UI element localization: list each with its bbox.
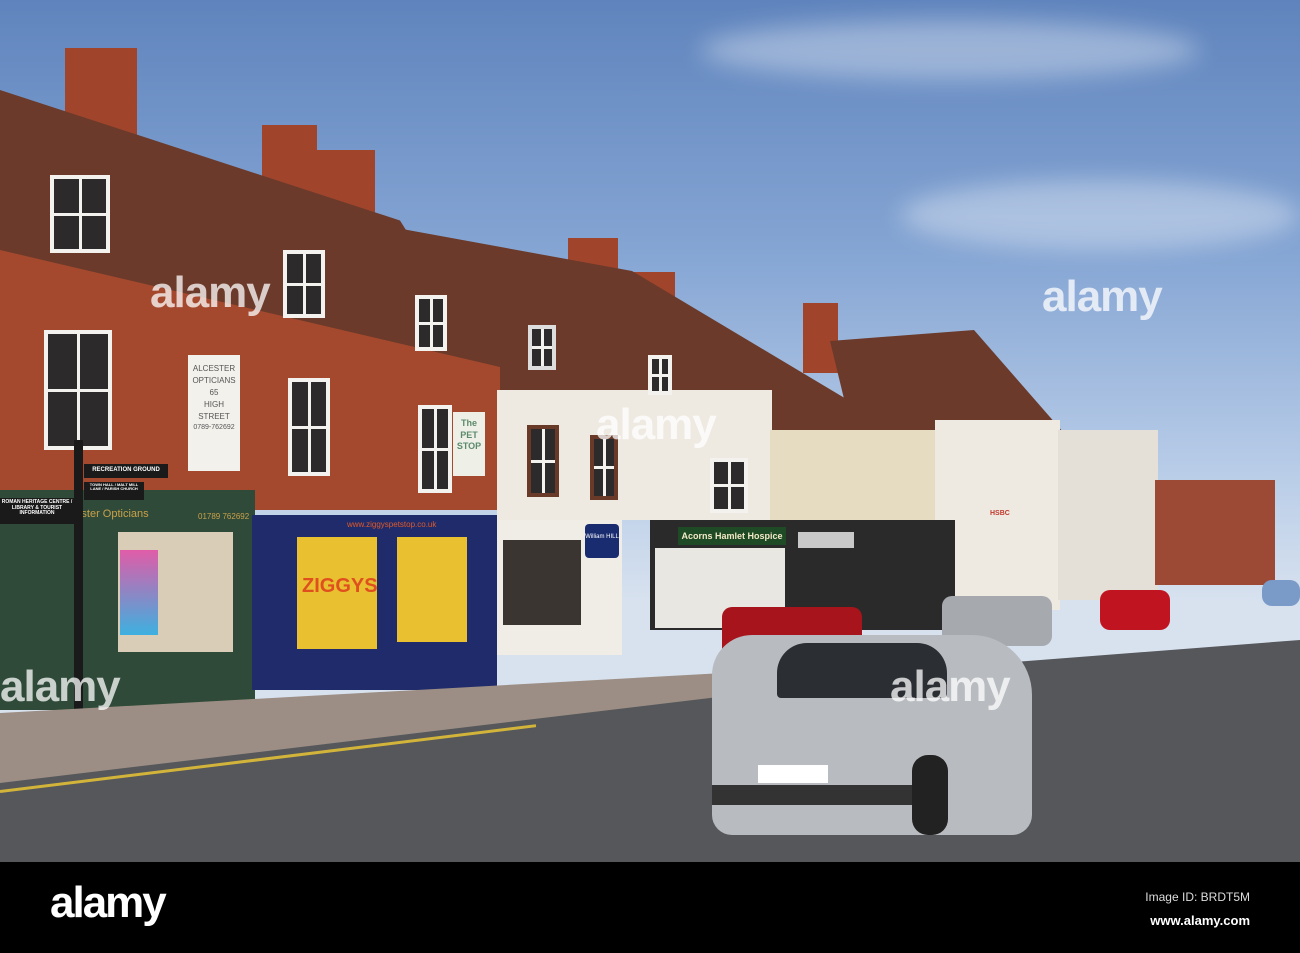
watermark: alamy [0, 662, 121, 711]
window [710, 458, 748, 513]
sign-text: 0789-762692 [193, 424, 235, 431]
watermark: alamy [890, 662, 1011, 711]
sign-text: STREET [198, 412, 230, 421]
poster [120, 550, 158, 635]
window [44, 330, 112, 450]
street-photo: ALCESTER OPTICIANS 65 HIGH STREET 0789-7… [0, 0, 1300, 862]
image-id: Image ID: BRDT5M [1145, 890, 1250, 904]
watermark: alamy [150, 268, 271, 317]
window [418, 405, 452, 493]
hospice-sign: Acorns Hamlet Hospice [678, 527, 786, 545]
bumper [712, 785, 922, 805]
sign-text: HIGH [204, 400, 224, 409]
recreation-ground-sign: RECREATION GROUND [84, 464, 168, 478]
window [283, 250, 325, 318]
watermark: alamy [596, 400, 717, 449]
sign-text: ALCESTER OPTICIANS [192, 364, 236, 385]
bookmaker-shopfront: William HILL [497, 520, 622, 655]
number-plate [758, 765, 828, 783]
sign-text: STOP [456, 441, 482, 452]
distant-buildings [1155, 480, 1275, 585]
watermark: alamy [1042, 272, 1163, 321]
window [648, 355, 672, 395]
window [528, 325, 556, 370]
cream-facade [770, 430, 935, 530]
window [527, 425, 559, 497]
blue-car [1262, 580, 1300, 606]
william-hill-sign: William HILL [585, 524, 619, 558]
wheel [912, 755, 948, 835]
town-hall-sign: TOWN HALL / MALT MILL LANE / PARISH CHUR… [84, 482, 144, 500]
alamy-logo: alamy [50, 878, 167, 927]
shop-window [397, 537, 467, 642]
window [415, 295, 447, 351]
heritage-centre-sign: ROMAN HERITAGE CENTRE / LIBRARY & TOURIS… [0, 498, 74, 524]
sign-text: 65 [209, 388, 219, 397]
pet-shop-url: www.ziggyspetstop.co.uk [347, 520, 437, 529]
window [288, 378, 330, 476]
shop-window [503, 540, 581, 625]
footer-bar: alamy Image ID: BRDT5M www.alamy.com [0, 862, 1300, 953]
opticians-phone: 01789 762692 [198, 512, 250, 521]
white-facade [1058, 430, 1158, 600]
sign-text: The [460, 418, 477, 428]
alamy-url[interactable]: www.alamy.com [1150, 913, 1250, 928]
pet-shop-window-lettering: ZIGGYS [302, 575, 378, 597]
pet-shop-shopfront: www.ziggyspetstop.co.uk ZIGGYS [252, 515, 497, 690]
hsbc-sign: HSBC [990, 510, 1010, 517]
chimney [803, 303, 838, 373]
sign-text: PET [460, 429, 478, 440]
opticians-wall-sign: ALCESTER OPTICIANS 65 HIGH STREET 0789-7… [188, 355, 240, 471]
cloud [900, 180, 1300, 250]
red-car [1100, 590, 1170, 630]
awning [798, 532, 854, 548]
window [50, 175, 110, 253]
cloud [700, 20, 1200, 80]
pet-stop-wall-sign: The PET STOP [453, 412, 485, 476]
